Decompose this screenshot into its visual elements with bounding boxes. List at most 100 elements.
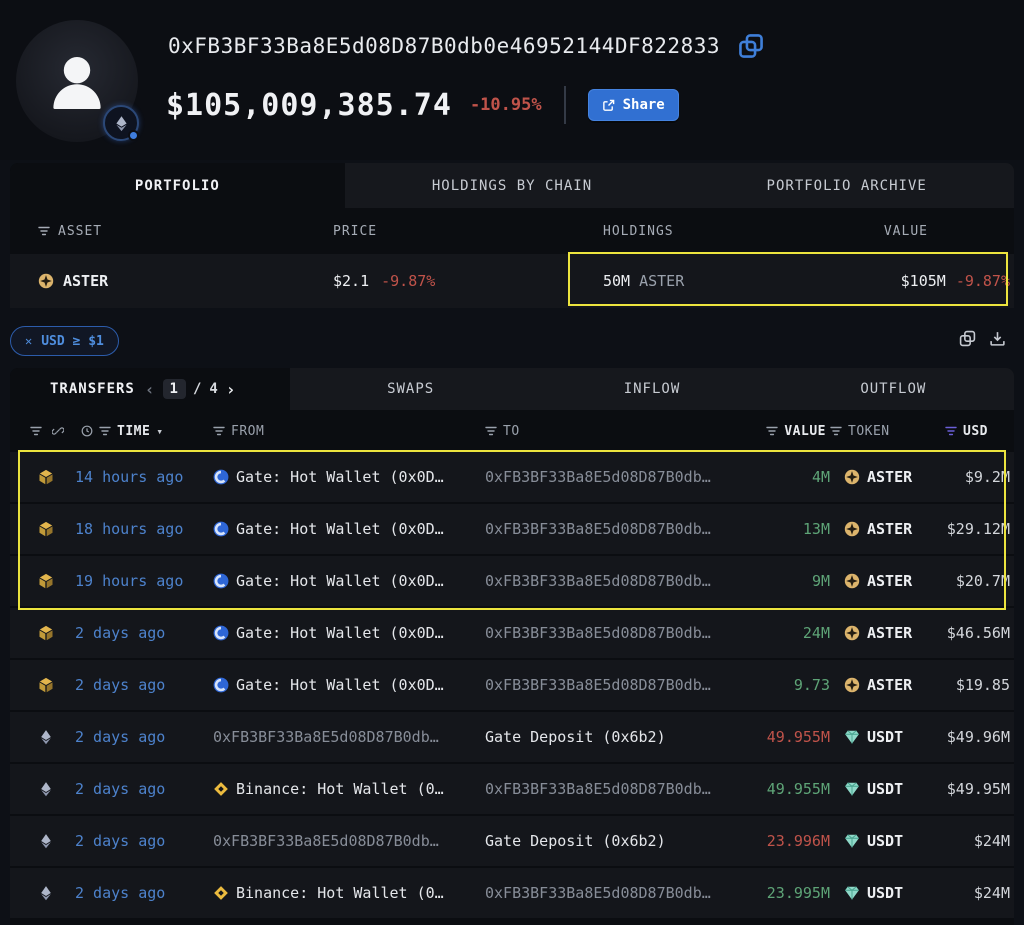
from-entity[interactable]: Gate: Hot Wallet (0x0D… xyxy=(236,572,444,590)
usd-filter-chip[interactable]: ✕ USD ≥ $1 xyxy=(10,326,119,356)
tx-time-link[interactable]: 2 days ago xyxy=(75,624,210,642)
tx-time-link[interactable]: 19 hours ago xyxy=(75,572,210,590)
col-to[interactable]: TO xyxy=(503,424,520,439)
from-entity[interactable]: Gate: Hot Wallet (0x0D… xyxy=(236,468,444,486)
tx-time-link[interactable]: 2 days ago xyxy=(75,780,210,798)
tab-holdings-by-chain[interactable]: HOLDINGS BY CHAIN xyxy=(345,163,680,208)
asset-row[interactable]: ASTER $2.1 -9.87% 50M ASTER $105M -9.87% xyxy=(10,254,1014,308)
table-row[interactable]: 19 hours ago Gate: Hot Wallet (0x0D… 0xF… xyxy=(10,556,1014,606)
transfers-table-header: TIME ▾ FROM TO VALUE TOKEN USD xyxy=(10,410,1014,452)
active-filter-icon[interactable] xyxy=(945,426,957,436)
balance-change: -10.95% xyxy=(470,95,542,115)
tx-time-link[interactable]: 2 days ago xyxy=(75,676,210,694)
table-row[interactable]: 2 days ago Binance: Hot Wallet (0… 0xFB3… xyxy=(10,868,1014,918)
table-row[interactable]: 18 hours ago Gate: Hot Wallet (0x0D… 0xF… xyxy=(10,504,1014,554)
col-holdings[interactable]: HOLDINGS xyxy=(573,224,813,239)
filter-icon[interactable] xyxy=(213,426,225,436)
token-symbol: ASTER xyxy=(867,572,912,590)
to-entity[interactable]: Gate Deposit (0x6b2) xyxy=(485,832,666,850)
filter-icon[interactable] xyxy=(485,426,497,436)
wallet-address[interactable]: 0xFB3BF33Ba8E5d08D87B0db0e46952144DF8228… xyxy=(168,34,720,58)
table-row[interactable]: 2 days ago Gate: Hot Wallet (0x0D… 0xFB3… xyxy=(10,608,1014,658)
share-button[interactable]: Share xyxy=(588,89,679,121)
sort-caret-icon[interactable]: ▾ xyxy=(156,425,163,438)
tx-time-link[interactable]: 2 days ago xyxy=(75,728,210,746)
tab-swaps[interactable]: SWAPS xyxy=(290,368,531,410)
to-address[interactable]: 0xFB3BF33Ba8E5d08D87B0db… xyxy=(485,676,711,694)
token-symbol: USDT xyxy=(867,884,903,902)
tab-inflow[interactable]: INFLOW xyxy=(531,368,772,410)
page-prev-button[interactable]: ‹ xyxy=(145,380,156,399)
from-entity[interactable]: Binance: Hot Wallet (0… xyxy=(236,884,444,902)
tx-time-link[interactable]: 14 hours ago xyxy=(75,468,210,486)
col-asset[interactable]: ASSET xyxy=(58,224,102,239)
transfer-value: 23.995M xyxy=(755,884,830,902)
table-row[interactable]: 2 days ago 0xFB3BF33Ba8E5d08D87B0db… Gat… xyxy=(10,712,1014,762)
col-time[interactable]: TIME xyxy=(117,424,150,439)
wallet-header: 0xFB3BF33Ba8E5d08D87B0db0e46952144DF8228… xyxy=(0,0,1024,160)
from-address[interactable]: 0xFB3BF33Ba8E5d08D87B0db… xyxy=(213,728,439,746)
filter-icon[interactable] xyxy=(38,226,50,236)
from-entity[interactable]: Gate: Hot Wallet (0x0D… xyxy=(236,520,444,538)
token-symbol: USDT xyxy=(867,728,903,746)
col-usd[interactable]: USD xyxy=(963,424,988,439)
transfers-panel: TRANSFERS ‹ 1 / 4 › SWAPS INFLOW OUTFLOW xyxy=(10,368,1014,925)
to-address[interactable]: 0xFB3BF33Ba8E5d08D87B0db… xyxy=(485,780,711,798)
filter-icon[interactable] xyxy=(830,426,842,436)
filter-icon[interactable] xyxy=(30,426,42,436)
link-icon[interactable] xyxy=(52,425,64,437)
col-from[interactable]: FROM xyxy=(231,424,264,439)
filter-chip-label: USD ≥ $1 xyxy=(41,334,104,349)
download-icon[interactable] xyxy=(989,330,1006,347)
close-icon[interactable]: ✕ xyxy=(25,334,32,348)
table-row[interactable]: 2 days ago 0xFB3BF33Ba8E5d08D87B0db… Gat… xyxy=(10,816,1014,866)
usdt-token-icon xyxy=(844,781,860,797)
copy-address-icon[interactable] xyxy=(738,33,764,59)
page-separator: / xyxy=(193,381,202,397)
page-next-button[interactable]: › xyxy=(226,380,237,399)
copy-table-icon[interactable] xyxy=(959,330,976,347)
tab-transfers[interactable]: TRANSFERS ‹ 1 / 4 › xyxy=(10,368,290,410)
tab-portfolio-archive[interactable]: PORTFOLIO ARCHIVE xyxy=(679,163,1014,208)
filter-icon[interactable] xyxy=(766,426,778,436)
usdt-token-icon xyxy=(844,833,860,849)
divider xyxy=(564,86,566,124)
holdings-amount: 50M xyxy=(603,272,630,290)
tx-time-link[interactable]: 18 hours ago xyxy=(75,520,210,538)
col-token[interactable]: TOKEN xyxy=(848,424,890,439)
from-address[interactable]: 0xFB3BF33Ba8E5d08D87B0db… xyxy=(213,832,439,850)
to-address[interactable]: 0xFB3BF33Ba8E5d08D87B0db… xyxy=(485,520,711,538)
usd-value: $19.85 xyxy=(945,676,1014,694)
table-row[interactable]: 14 hours ago Gate: Hot Wallet (0x0D… 0xF… xyxy=(10,452,1014,502)
to-entity[interactable]: Gate Deposit (0x6b2) xyxy=(485,728,666,746)
to-address[interactable]: 0xFB3BF33Ba8E5d08D87B0db… xyxy=(485,884,711,902)
table-row[interactable]: 2 days ago Binance: Hot Wallet (0… 0xFB3… xyxy=(10,764,1014,814)
from-entity[interactable]: Gate: Hot Wallet (0x0D… xyxy=(236,676,444,694)
aster-token-icon xyxy=(844,573,860,589)
from-entity[interactable]: Binance: Hot Wallet (0… xyxy=(236,780,444,798)
clock-icon[interactable] xyxy=(81,425,93,437)
token-symbol: ASTER xyxy=(867,676,912,694)
asset-table-header: ASSET PRICE HOLDINGS VALUE xyxy=(10,208,1014,254)
tab-outflow[interactable]: OUTFLOW xyxy=(773,368,1014,410)
table-row[interactable]: 2 days ago Gate: Hot Wallet (0x0D… 0xFB3… xyxy=(10,660,1014,710)
usd-value: $49.96M xyxy=(945,728,1014,746)
col-value[interactable]: VALUE xyxy=(784,424,826,439)
from-entity[interactable]: Gate: Hot Wallet (0x0D… xyxy=(236,624,444,642)
share-label: Share xyxy=(623,97,665,113)
tx-time-link[interactable]: 2 days ago xyxy=(75,884,210,902)
to-address[interactable]: 0xFB3BF33Ba8E5d08D87B0db… xyxy=(485,468,711,486)
col-price[interactable]: PRICE xyxy=(303,224,573,239)
usd-value: $20.7M xyxy=(945,572,1014,590)
transfer-value: 24M xyxy=(755,624,830,642)
tab-portfolio[interactable]: PORTFOLIO xyxy=(10,163,345,208)
col-value[interactable]: VALUE xyxy=(813,224,1014,239)
usd-value: $24M xyxy=(945,884,1014,902)
to-address[interactable]: 0xFB3BF33Ba8E5d08D87B0db… xyxy=(485,624,711,642)
usd-value: $9.2M xyxy=(945,468,1014,486)
filter-icon[interactable] xyxy=(99,426,111,436)
asset-price-change: -9.87% xyxy=(381,272,435,290)
asset-price: $2.1 xyxy=(333,272,369,290)
tx-time-link[interactable]: 2 days ago xyxy=(75,832,210,850)
to-address[interactable]: 0xFB3BF33Ba8E5d08D87B0db… xyxy=(485,572,711,590)
